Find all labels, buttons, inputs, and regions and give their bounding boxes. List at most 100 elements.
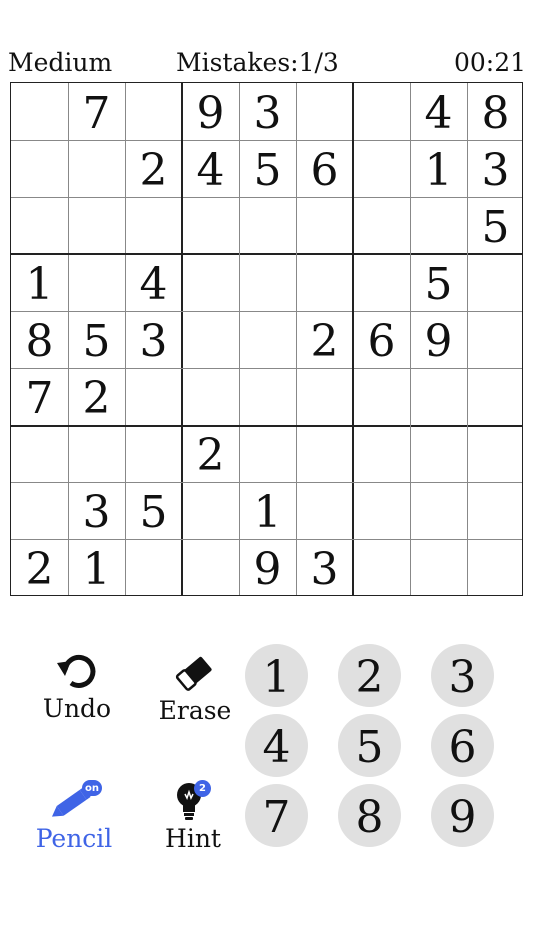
cell-r6c8[interactable]	[410, 369, 467, 426]
cell-r3c6[interactable]	[296, 197, 353, 254]
cell-r6c7[interactable]	[353, 369, 410, 426]
cell-r7c4[interactable]: 2	[182, 426, 239, 483]
cell-r6c3[interactable]	[125, 369, 182, 426]
number-key-7[interactable]: 7	[245, 784, 308, 847]
cell-r2c2[interactable]	[68, 140, 125, 197]
cell-r5c7[interactable]: 6	[353, 311, 410, 368]
cell-r9c3[interactable]	[125, 540, 182, 597]
cell-r6c2[interactable]: 2	[68, 369, 125, 426]
cell-r2c3[interactable]: 2	[125, 140, 182, 197]
cell-r3c8[interactable]	[410, 197, 467, 254]
undo-button[interactable]: Undo	[40, 650, 114, 723]
cell-r8c6[interactable]	[296, 483, 353, 540]
cell-r9c8[interactable]	[410, 540, 467, 597]
cell-r1c8[interactable]: 4	[410, 83, 467, 140]
cell-r4c8[interactable]: 5	[410, 254, 467, 311]
cell-r5c4[interactable]	[182, 311, 239, 368]
cell-r9c5[interactable]: 9	[239, 540, 296, 597]
cell-r5c2[interactable]: 5	[68, 311, 125, 368]
number-key-2[interactable]: 2	[338, 644, 401, 707]
cell-r9c1[interactable]: 2	[11, 540, 68, 597]
cell-r5c6[interactable]: 2	[296, 311, 353, 368]
cell-r3c7[interactable]	[353, 197, 410, 254]
eraser-icon	[171, 652, 219, 694]
cell-r2c7[interactable]	[353, 140, 410, 197]
cell-r7c1[interactable]	[11, 426, 68, 483]
cell-r5c5[interactable]	[239, 311, 296, 368]
cell-r3c3[interactable]	[125, 197, 182, 254]
cell-r1c2[interactable]: 7	[68, 83, 125, 140]
erase-label: Erase	[158, 696, 232, 725]
number-key-5[interactable]: 5	[338, 714, 401, 777]
cell-r8c2[interactable]: 3	[68, 483, 125, 540]
cell-r1c3[interactable]	[125, 83, 182, 140]
cell-r7c3[interactable]	[125, 426, 182, 483]
number-key-3[interactable]: 3	[431, 644, 494, 707]
cell-r8c4[interactable]	[182, 483, 239, 540]
cell-r4c7[interactable]	[353, 254, 410, 311]
cell-r1c7[interactable]	[353, 83, 410, 140]
cell-r7c7[interactable]	[353, 426, 410, 483]
cell-r3c9[interactable]: 5	[467, 197, 524, 254]
cell-r2c4[interactable]: 4	[182, 140, 239, 197]
cell-r7c2[interactable]	[68, 426, 125, 483]
number-key-8[interactable]: 8	[338, 784, 401, 847]
cell-r9c9[interactable]	[467, 540, 524, 597]
cell-r1c6[interactable]	[296, 83, 353, 140]
cell-r3c4[interactable]	[182, 197, 239, 254]
cell-r4c4[interactable]	[182, 254, 239, 311]
cell-r4c2[interactable]	[68, 254, 125, 311]
cell-r9c4[interactable]	[182, 540, 239, 597]
cell-r1c5[interactable]: 3	[239, 83, 296, 140]
cell-r6c1[interactable]: 7	[11, 369, 68, 426]
cell-r6c4[interactable]	[182, 369, 239, 426]
cell-r5c9[interactable]	[467, 311, 524, 368]
cell-r2c6[interactable]: 6	[296, 140, 353, 197]
cell-r7c8[interactable]	[410, 426, 467, 483]
cell-r5c8[interactable]: 9	[410, 311, 467, 368]
cell-r7c9[interactable]	[467, 426, 524, 483]
cell-r2c5[interactable]: 5	[239, 140, 296, 197]
difficulty-label: Medium	[8, 48, 113, 77]
cell-r3c1[interactable]	[11, 197, 68, 254]
number-key-1[interactable]: 1	[245, 644, 308, 707]
cell-r4c9[interactable]	[467, 254, 524, 311]
cell-r5c3[interactable]: 3	[125, 311, 182, 368]
undo-icon	[55, 650, 99, 692]
cell-r1c4[interactable]: 9	[182, 83, 239, 140]
cell-r4c5[interactable]	[239, 254, 296, 311]
cell-r7c6[interactable]	[296, 426, 353, 483]
cell-r2c8[interactable]: 1	[410, 140, 467, 197]
cell-r1c1[interactable]	[11, 83, 68, 140]
number-key-4[interactable]: 4	[245, 714, 308, 777]
cell-r8c3[interactable]: 5	[125, 483, 182, 540]
cell-r3c5[interactable]	[239, 197, 296, 254]
cell-r3c2[interactable]	[68, 197, 125, 254]
cell-r7c5[interactable]	[239, 426, 296, 483]
cell-r9c6[interactable]: 3	[296, 540, 353, 597]
undo-label: Undo	[42, 694, 112, 723]
number-key-9[interactable]: 9	[431, 784, 494, 847]
cell-r8c7[interactable]	[353, 483, 410, 540]
cell-r4c3[interactable]: 4	[125, 254, 182, 311]
number-key-6[interactable]: 6	[431, 714, 494, 777]
pencil-button[interactable]: on Pencil	[32, 780, 116, 853]
cell-r4c6[interactable]	[296, 254, 353, 311]
cell-r8c1[interactable]	[11, 483, 68, 540]
cell-r6c9[interactable]	[467, 369, 524, 426]
erase-button[interactable]: Erase	[156, 652, 234, 725]
cell-r8c9[interactable]	[467, 483, 524, 540]
hint-count-badge: 2	[194, 780, 211, 797]
cell-r8c8[interactable]	[410, 483, 467, 540]
cell-r4c1[interactable]: 1	[11, 254, 68, 311]
cell-r5c1[interactable]: 8	[11, 311, 68, 368]
cell-r2c1[interactable]	[11, 140, 68, 197]
cell-r9c7[interactable]	[353, 540, 410, 597]
cell-r6c5[interactable]	[239, 369, 296, 426]
cell-r1c9[interactable]: 8	[467, 83, 524, 140]
cell-r8c5[interactable]: 1	[239, 483, 296, 540]
hint-button[interactable]: 2 Hint	[160, 780, 226, 853]
cell-r6c6[interactable]	[296, 369, 353, 426]
cell-r9c2[interactable]: 1	[68, 540, 125, 597]
cell-r2c9[interactable]: 3	[467, 140, 524, 197]
